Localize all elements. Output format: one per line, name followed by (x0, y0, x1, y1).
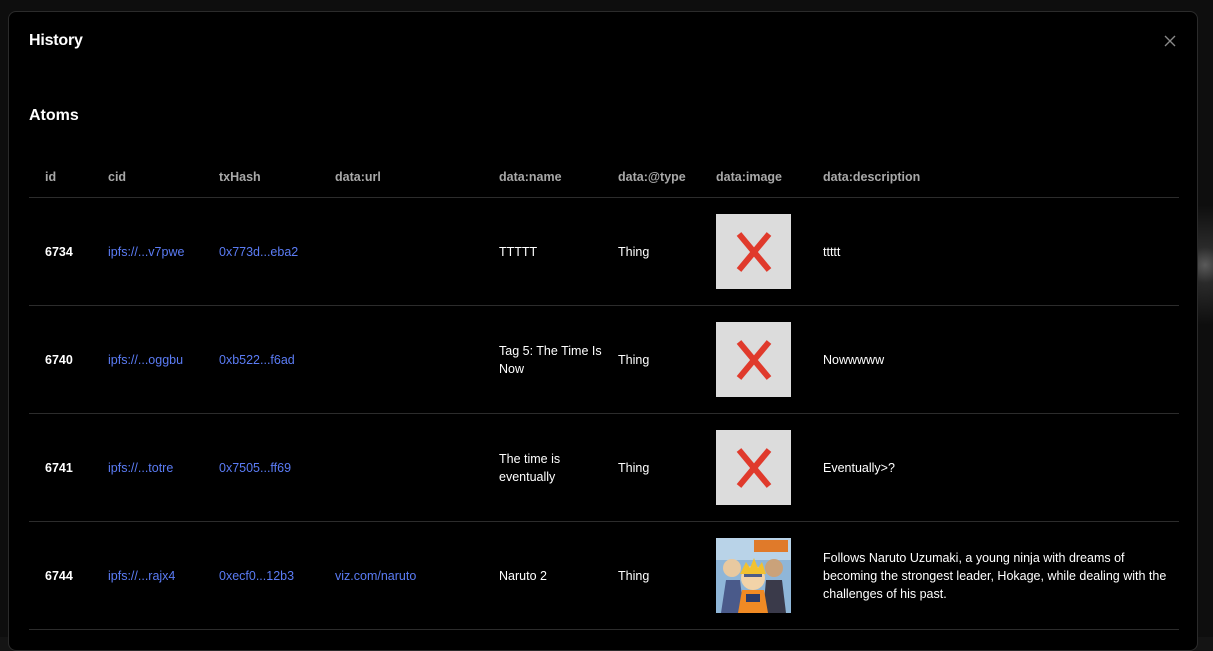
atoms-table: id cid txHash data:url data:name data:@t… (29, 157, 1179, 630)
cell-description: Follows Naruto Uzumaki, a young ninja wi… (807, 521, 1179, 630)
txhash-link[interactable]: 0x773d...eba2 (219, 245, 298, 259)
cid-link[interactable]: ipfs://...totre (108, 461, 173, 475)
cell-type: Thing (602, 305, 700, 414)
column-header-id: id (29, 157, 92, 198)
txhash-link[interactable]: 0xecf0...12b3 (219, 569, 294, 583)
column-header-description: data:description (807, 157, 1179, 198)
cell-description: ttttt (807, 197, 1179, 306)
broken-image-x-icon (716, 430, 791, 505)
cell-type: Thing (602, 413, 700, 522)
cell-name: The time is eventually (483, 413, 602, 522)
txhash-link[interactable]: 0x7505...ff69 (219, 461, 291, 475)
column-header-cid: cid (92, 157, 203, 198)
cell-id: 6744 (29, 521, 92, 630)
cid-link[interactable]: ipfs://...rajx4 (108, 569, 175, 583)
cell-description: Eventually>? (807, 413, 1179, 522)
cell-id: 6741 (29, 413, 92, 522)
cell-name: Tag 5: The Time Is Now (483, 305, 602, 414)
cell-id: 6734 (29, 197, 92, 306)
column-header-name: data:name (483, 157, 602, 198)
url-link[interactable]: viz.com/naruto (335, 569, 416, 583)
cid-link[interactable]: ipfs://...oggbu (108, 353, 183, 367)
close-icon[interactable] (1161, 32, 1179, 50)
column-header-image: data:image (700, 157, 807, 198)
txhash-link[interactable]: 0xb522...f6ad (219, 353, 295, 367)
cell-type: Thing (602, 197, 700, 306)
broken-image-x-icon (716, 214, 791, 289)
table-row: 6734 ipfs://...v7pwe 0x773d...eba2 TTTTT… (29, 197, 1179, 306)
section-title-atoms: Atoms (29, 107, 79, 124)
column-header-type: data:@type (602, 157, 700, 198)
column-header-txhash: txHash (203, 157, 319, 198)
table-row: 6744 ipfs://...rajx4 0xecf0...12b3 viz.c… (29, 521, 1179, 630)
cell-name: TTTTT (483, 197, 602, 306)
naruto-cover-image (716, 538, 791, 613)
cell-id: 6740 (29, 305, 92, 414)
table-header-row: id cid txHash data:url data:name data:@t… (29, 157, 1179, 198)
column-header-url: data:url (319, 157, 483, 198)
history-modal: History Atoms id cid txHash data:url dat… (8, 11, 1198, 651)
cell-name: Naruto 2 (483, 521, 602, 630)
cell-description: Nowwwww (807, 305, 1179, 414)
broken-image-x-icon (716, 322, 791, 397)
table-row: 6741 ipfs://...totre 0x7505...ff69 The t… (29, 413, 1179, 522)
table-row: 6740 ipfs://...oggbu 0xb522...f6ad Tag 5… (29, 305, 1179, 414)
modal-title: History (29, 32, 83, 49)
cell-type: Thing (602, 521, 700, 630)
cid-link[interactable]: ipfs://...v7pwe (108, 245, 184, 259)
